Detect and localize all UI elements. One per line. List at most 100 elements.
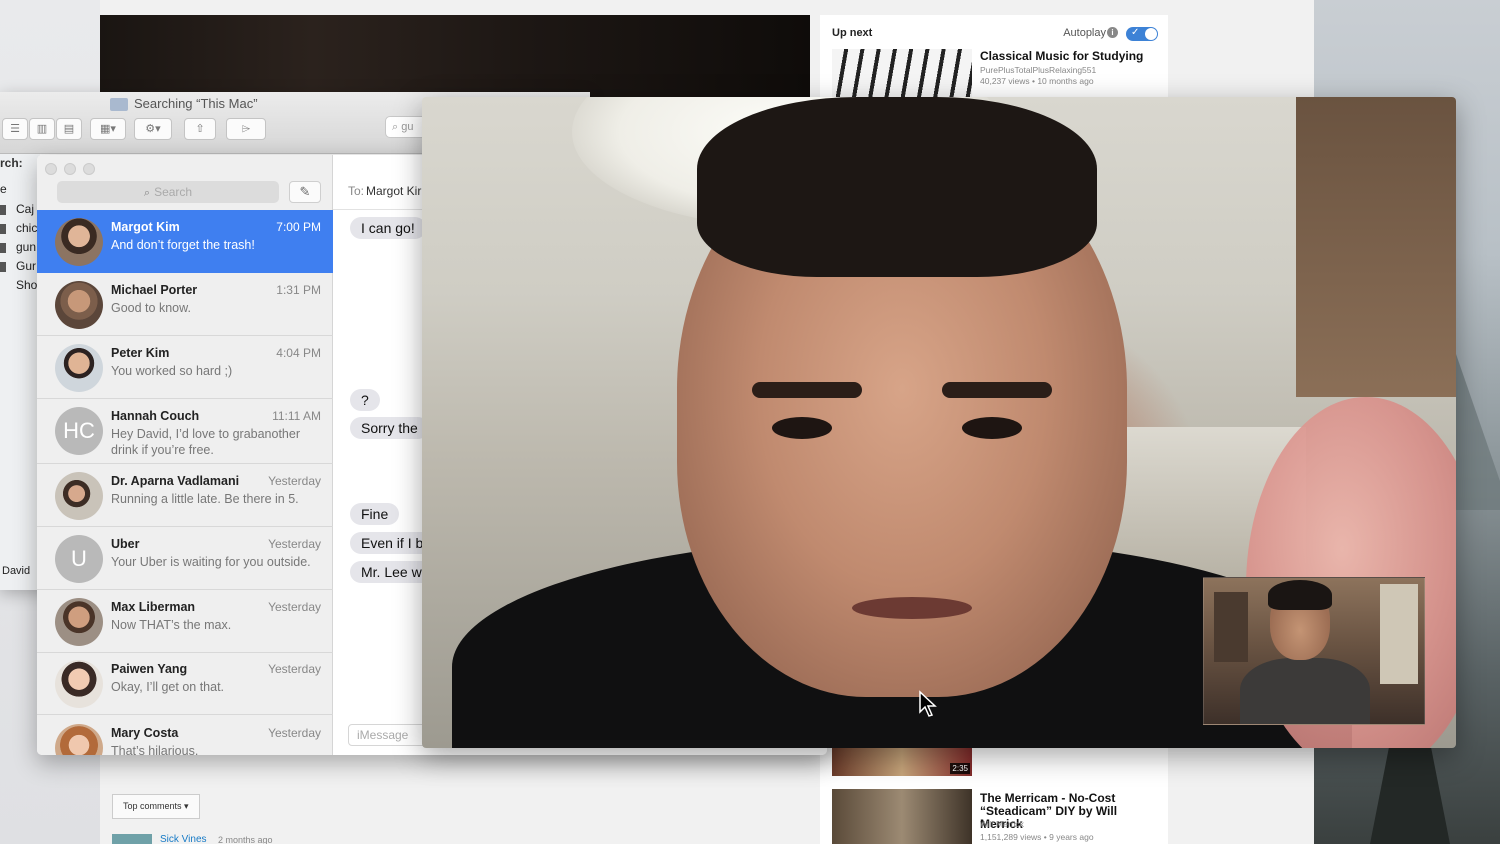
video-meta: 1,151,289 views • 9 years ago: [980, 832, 1094, 842]
up-next-label: Up next: [832, 27, 873, 39]
search-placeholder: Search: [154, 185, 193, 199]
conversation-item[interactable]: Max Liberman Yesterday Now THAT’s the ma…: [37, 590, 333, 653]
message-preview: Your Uber is waiting for you outside.: [111, 555, 311, 569]
video-duration: 2:35: [950, 763, 970, 774]
comment-time: 2 months ago: [218, 835, 273, 844]
folder-icon: [110, 98, 128, 111]
mouse-cursor-icon: [919, 690, 937, 717]
message-bubble: ?: [350, 389, 380, 411]
compose-icon[interactable]: ✎: [289, 181, 321, 203]
conversation-item[interactable]: Dr. Aparna Vadlamani Yesterday Running a…: [37, 464, 333, 527]
conversation-item[interactable]: Peter Kim 4:04 PM You worked so hard ;): [37, 336, 333, 399]
top-comments-label: Top comments: [123, 801, 182, 811]
search-scope-label: rch:: [0, 156, 23, 170]
video-thumbnail[interactable]: 2:35: [832, 748, 972, 776]
finder-result[interactable]: Sho: [16, 278, 37, 292]
avatar: HC: [55, 407, 103, 455]
contact-name: Dr. Aparna Vadlamani: [111, 474, 240, 488]
avatar: [55, 218, 103, 266]
search-icon: ⌕: [143, 187, 151, 199]
column-view-button[interactable]: ▥: [29, 118, 55, 140]
message-bubble: Mr. Lee w: [350, 561, 433, 583]
conversation-item[interactable]: Michael Porter 1:31 PM Good to know.: [37, 273, 333, 336]
message-time: Yesterday: [268, 537, 321, 551]
finder-result[interactable]: Gur: [16, 259, 36, 273]
avatar: [55, 724, 103, 755]
finder-result[interactable]: Caj: [16, 202, 34, 216]
contact-name: Max Liberman: [111, 600, 196, 614]
group-button[interactable]: ▦▾: [90, 118, 126, 140]
conversation-list: ⌕ Search ✎ Margot Kim 7:00 PM And don’t f…: [37, 155, 333, 755]
finder-result[interactable]: gun: [16, 240, 36, 254]
facetime-call-window[interactable]: [422, 97, 1456, 748]
file-icon: [0, 224, 6, 234]
messages-search-input[interactable]: ⌕ Search: [57, 181, 279, 203]
video-channel: Will Merrick: [980, 819, 1024, 829]
share-icon[interactable]: ⇧: [184, 118, 216, 140]
top-comments-dropdown[interactable]: Top comments ▾: [112, 794, 200, 819]
kitchen-cabinet: [1296, 97, 1456, 397]
message-bubble: Sorry the: [350, 417, 429, 439]
caller-mouth: [852, 597, 972, 619]
minimize-button[interactable]: [64, 163, 76, 175]
conversation-item[interactable]: HC Hannah Couch 11:11 AM Hey David, I’d …: [37, 399, 333, 464]
conversation-item[interactable]: Paiwen Yang Yesterday Okay, I’ll get on …: [37, 652, 333, 715]
contact-name: Mary Costa: [111, 726, 179, 740]
tag-icon[interactable]: ⌲: [226, 118, 266, 140]
conversation-item[interactable]: Margot Kim 7:00 PM And don’t forget the …: [37, 210, 333, 273]
finder-sidebar: [0, 154, 40, 590]
file-icon: [0, 262, 6, 272]
message-preview: Good to know.: [111, 301, 191, 315]
finder-search-value: gu: [401, 121, 414, 133]
caller-eye: [772, 417, 832, 439]
avatar: [55, 281, 103, 329]
video-thumbnail[interactable]: [832, 49, 972, 97]
message-preview: That’s hilarious.: [111, 744, 199, 755]
avatar: [55, 660, 103, 708]
message-time: Yesterday: [268, 726, 321, 740]
self-view-preview[interactable]: [1203, 577, 1425, 725]
pip-door: [1214, 592, 1248, 662]
video-thumbnail[interactable]: [832, 789, 972, 844]
gallery-view-button[interactable]: ▤: [56, 118, 82, 140]
conversation-item[interactable]: Mary Costa Yesterday That’s hilarious.: [37, 716, 333, 755]
caller-brow: [752, 382, 862, 398]
avatar: [55, 472, 103, 520]
finder-result[interactable]: chic: [16, 221, 37, 235]
recipient-name[interactable]: Margot Kir: [366, 184, 421, 198]
check-icon: ✓: [1131, 27, 1140, 38]
info-icon[interactable]: i: [1107, 27, 1118, 38]
file-icon: [0, 243, 6, 253]
message-time: 11:11 AM: [272, 409, 321, 423]
avatar: [55, 598, 103, 646]
avatar: [112, 834, 152, 844]
contact-name: Uber: [111, 537, 140, 551]
gear-icon[interactable]: ⚙▾: [134, 118, 172, 140]
video-title[interactable]: Classical Music for Studying: [980, 50, 1160, 63]
finder-sidebar-header: e: [0, 182, 7, 196]
pip-hair: [1268, 580, 1332, 610]
message-bubble: Fine: [350, 503, 400, 525]
avatar: U: [55, 535, 103, 583]
contact-name: Paiwen Yang: [111, 662, 188, 676]
caret-down-icon: ▾: [184, 801, 189, 811]
message-time: 1:31 PM: [276, 283, 321, 297]
caller-brow: [942, 382, 1052, 398]
message-time: Yesterday: [268, 600, 321, 614]
close-button[interactable]: [45, 163, 57, 175]
message-preview: Running a little late. Be there in 5.: [111, 492, 299, 506]
autoplay-toggle[interactable]: ✓: [1126, 27, 1158, 41]
pip-body: [1240, 658, 1370, 724]
zoom-button[interactable]: [83, 163, 95, 175]
caller-eye: [962, 417, 1022, 439]
pip-window: [1380, 584, 1418, 684]
message-time: Yesterday: [268, 662, 321, 676]
message-time: 7:00 PM: [276, 220, 321, 234]
commenter-name[interactable]: Sick Vines: [160, 834, 207, 844]
avatar: [55, 344, 103, 392]
conversation-item[interactable]: U Uber Yesterday Your Uber is waiting fo…: [37, 527, 333, 590]
list-view-button[interactable]: ☰: [2, 118, 28, 140]
message-preview: And don’t forget the trash!: [111, 238, 255, 252]
contact-name: Peter Kim: [111, 346, 170, 360]
finder-title: Searching “This Mac”: [134, 96, 258, 111]
